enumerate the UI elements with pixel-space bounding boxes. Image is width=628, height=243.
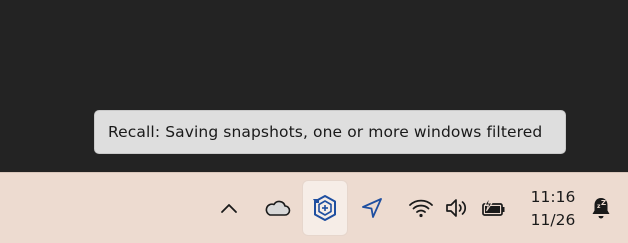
location-button[interactable] [355, 181, 389, 235]
network-button[interactable] [404, 181, 438, 235]
notifications-button[interactable]: z Z [586, 181, 616, 235]
recall-status-tooltip: Recall: Saving snapshots, one or more wi… [94, 110, 566, 154]
show-hidden-icons-button[interactable] [212, 181, 246, 235]
clock-time: 11:16 [530, 188, 576, 206]
recall-icon [313, 195, 336, 221]
svg-text:Z: Z [601, 199, 606, 207]
chevron-up-icon [221, 204, 237, 213]
wifi-icon [409, 199, 433, 218]
clock-button[interactable]: 11:16 11/26 [520, 182, 586, 236]
onedrive-cloud-icon [265, 200, 291, 216]
onedrive-button[interactable] [258, 181, 296, 235]
tooltip-text: Recall: Saving snapshots, one or more wi… [108, 123, 543, 141]
recall-button[interactable] [303, 181, 347, 235]
volume-button[interactable] [441, 181, 473, 235]
notification-bell-snooze-icon: z Z [592, 198, 610, 219]
battery-button[interactable] [476, 181, 510, 235]
volume-icon [446, 199, 467, 217]
clock-date: 11/26 [530, 211, 576, 229]
location-icon [362, 198, 382, 218]
battery-charging-icon [482, 196, 505, 216]
